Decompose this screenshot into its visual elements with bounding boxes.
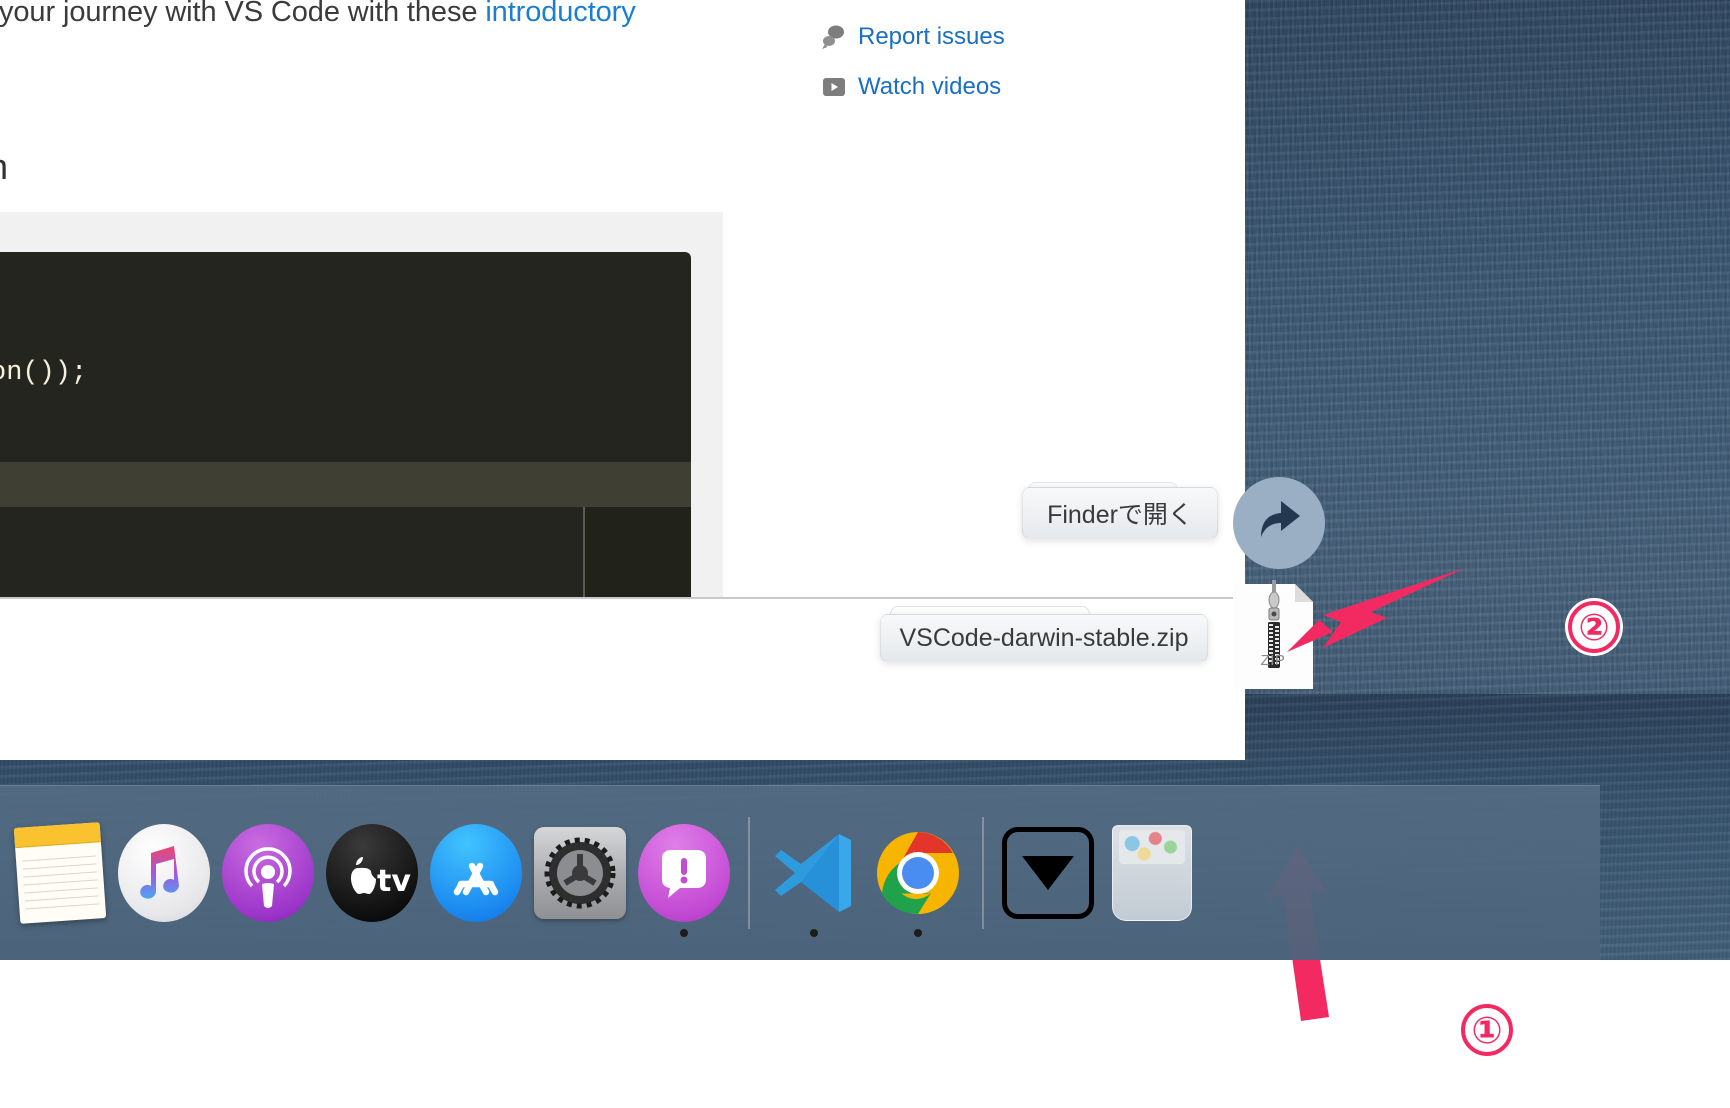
messages-icon (638, 824, 730, 922)
help-link-watch-videos[interactable]: Watch videos (820, 62, 1005, 112)
dock-item-vscode[interactable] (762, 786, 866, 961)
introductory-link[interactable]: introductory (485, 0, 635, 28)
dock: tv (0, 785, 1600, 960)
speech-bubbles-icon (820, 23, 858, 51)
svg-text:tv: tv (377, 864, 411, 899)
music-icon (118, 824, 210, 922)
downloaded-file-tooltip: VSCode-darwin-stable.zip (880, 614, 1208, 662)
step-marker-two: ② (1568, 601, 1620, 653)
vscode-icon (765, 824, 863, 922)
apple-tv-icon: tv (326, 824, 418, 922)
welcome-headline-text: your journey with VS Code with these (0, 0, 486, 28)
step-marker-one: ① (1461, 1004, 1513, 1056)
help-link-label: Watch videos (858, 73, 1002, 100)
dock-item-messages[interactable] (632, 786, 736, 961)
annotation-arrow-two-icon (1275, 560, 1465, 670)
editor-highlight-band (0, 462, 691, 507)
dock-item-downloads[interactable] (996, 786, 1100, 961)
dock-item-notes[interactable] (8, 786, 112, 961)
editor-preview-canvas (0, 252, 691, 462)
dock-item-tv[interactable]: tv (320, 786, 424, 961)
app-store-icon (430, 824, 522, 922)
editor-lower-right-pane (585, 507, 691, 597)
trash-icon (1112, 825, 1192, 921)
editor-pane-splitter[interactable] (583, 507, 585, 597)
running-indicator-dot (914, 928, 922, 937)
dock-separator (982, 817, 984, 929)
running-indicator-dot (680, 928, 688, 937)
podcasts-icon (222, 824, 314, 922)
help-links-list: Report issues Watch videos (820, 12, 1005, 112)
section-heading-fragment: n (0, 146, 8, 188)
dock-item-trash[interactable] (1100, 786, 1204, 961)
dock-item-app-store[interactable] (424, 786, 528, 961)
notes-icon (13, 822, 107, 924)
share-arrow-icon (1250, 492, 1308, 555)
dock-item-podcasts[interactable] (216, 786, 320, 961)
dock-separator (748, 817, 750, 929)
open-in-finder-tooltip: Finderで開く (1022, 487, 1218, 539)
help-link-report-issues[interactable]: Report issues (820, 12, 1005, 62)
play-button-icon (820, 73, 858, 101)
editor-code-text: on()); (0, 358, 88, 388)
dock-item-music[interactable] (112, 786, 216, 961)
chevron-down-icon (1022, 856, 1074, 890)
dock-item-chrome[interactable] (866, 786, 970, 961)
running-indicator-dot (810, 928, 818, 937)
system-preferences-gear-icon (534, 827, 626, 919)
dock-item-system-preferences[interactable] (528, 786, 632, 961)
chrome-icon (869, 824, 967, 922)
welcome-headline: your journey with VS Code with these int… (0, 0, 636, 29)
help-link-label: Report issues (858, 23, 1005, 50)
downloads-stack-icon (1002, 827, 1094, 919)
open-in-finder-button[interactable] (1233, 477, 1325, 569)
